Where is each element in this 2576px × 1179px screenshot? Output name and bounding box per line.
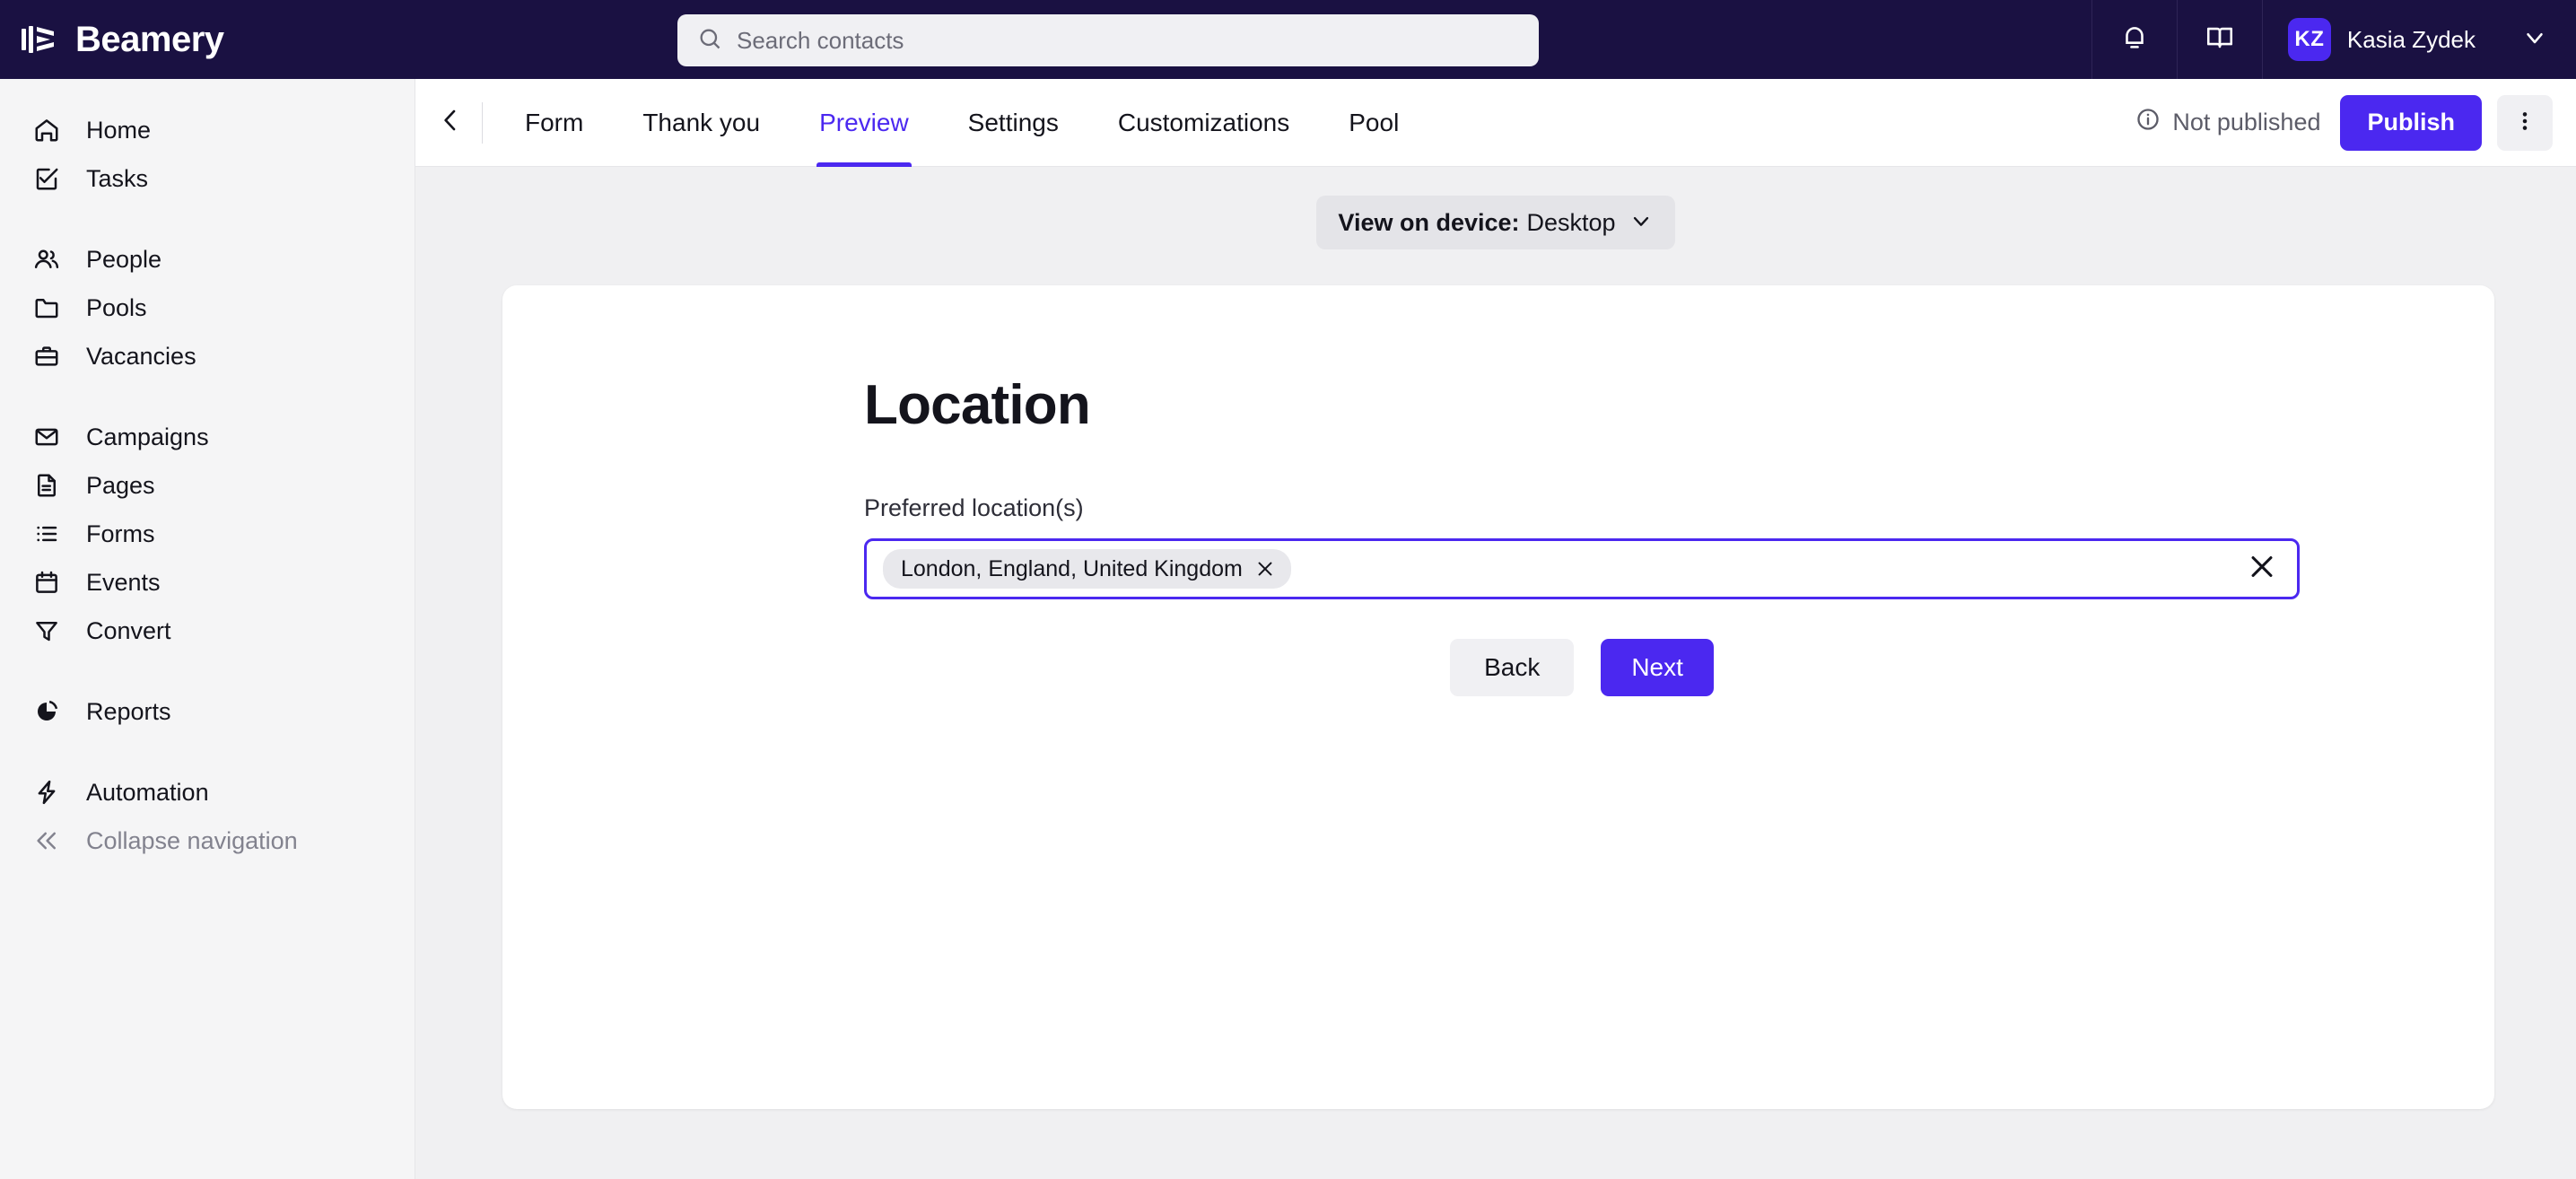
top-bar: Beamery Search contacts KZ Kasia Zydek bbox=[0, 0, 2576, 79]
calendar-icon bbox=[31, 566, 63, 598]
tab-pool[interactable]: Pool bbox=[1319, 79, 1428, 167]
search-input[interactable] bbox=[737, 26, 1519, 55]
sidebar-item-tasks[interactable]: Tasks bbox=[0, 154, 415, 203]
tab-settings[interactable]: Settings bbox=[939, 79, 1088, 167]
chevron-left-icon bbox=[436, 106, 465, 139]
sidebar-item-reports[interactable]: Reports bbox=[0, 687, 415, 736]
tab-customizations[interactable]: Customizations bbox=[1088, 79, 1319, 167]
sidebar-item-label: Convert bbox=[86, 616, 171, 644]
tab-form[interactable]: Form bbox=[495, 79, 613, 167]
sidebar-item-label: Forms bbox=[86, 520, 155, 547]
device-select-label: View on device: bbox=[1338, 208, 1520, 236]
back-button[interactable]: Back bbox=[1450, 639, 1575, 696]
more-options-button[interactable] bbox=[2497, 94, 2553, 151]
sidebar-item-campaigns[interactable]: Campaigns bbox=[0, 413, 415, 461]
divider bbox=[482, 101, 483, 144]
sidebar-item-label: Pages bbox=[86, 471, 155, 499]
knowledge-base-button[interactable] bbox=[2178, 0, 2262, 79]
publish-button[interactable]: Publish bbox=[2340, 94, 2482, 151]
sidebar: Home Tasks People Pools Vacancies Campai… bbox=[0, 79, 415, 1179]
global-search[interactable] bbox=[677, 14, 1539, 66]
sidebar-item-vacancies[interactable]: Vacancies bbox=[0, 332, 415, 380]
sidebar-item-people[interactable]: People bbox=[0, 235, 415, 284]
sidebar-item-label: Events bbox=[86, 568, 161, 596]
preferred-locations-label: Preferred location(s) bbox=[864, 494, 1084, 521]
sidebar-item-automation[interactable]: Automation bbox=[0, 768, 415, 817]
nav-group-divider bbox=[0, 380, 415, 413]
bell-icon bbox=[2119, 22, 2150, 57]
tab-thank-you[interactable]: Thank you bbox=[613, 79, 790, 167]
device-selector-row: View on device: Desktop bbox=[415, 196, 2576, 249]
form-actions: Back Next bbox=[864, 639, 2300, 696]
task-check-icon bbox=[31, 162, 63, 195]
beamery-logo-icon bbox=[20, 19, 61, 60]
sidebar-item-pages[interactable]: Pages bbox=[0, 461, 415, 510]
view-on-device-select[interactable]: View on device: Desktop bbox=[1316, 196, 1675, 249]
user-name: Kasia Zydek bbox=[2346, 25, 2476, 53]
more-vertical-icon bbox=[2513, 109, 2537, 135]
collapse-navigation-button[interactable]: Collapse navigation bbox=[0, 817, 415, 865]
form-preview-card: Location Preferred location(s) London, E… bbox=[502, 285, 2494, 1109]
avatar: KZ bbox=[2287, 18, 2331, 61]
location-chip[interactable]: London, England, United Kingdom bbox=[883, 549, 1291, 589]
preferred-locations-input[interactable]: London, England, United Kingdom bbox=[864, 538, 2300, 599]
sidebar-item-label: Vacancies bbox=[86, 342, 196, 370]
chevron-down-icon bbox=[1629, 208, 1654, 238]
collapse-navigation-label: Collapse navigation bbox=[86, 826, 298, 854]
close-icon[interactable] bbox=[1255, 559, 1275, 579]
brand-logo[interactable]: Beamery bbox=[20, 19, 397, 60]
notifications-button[interactable] bbox=[2092, 0, 2177, 79]
sidebar-item-label: People bbox=[86, 245, 162, 273]
user-menu[interactable]: KZ Kasia Zydek bbox=[2263, 0, 2493, 79]
sidebar-item-home[interactable]: Home bbox=[0, 106, 415, 154]
sidebar-item-pools[interactable]: Pools bbox=[0, 284, 415, 332]
nav-group-divider bbox=[0, 736, 415, 768]
people-icon bbox=[31, 243, 63, 275]
lightning-bolt-icon bbox=[31, 776, 63, 808]
sidebar-item-label: Campaigns bbox=[86, 423, 209, 450]
nav-group-divider bbox=[0, 655, 415, 687]
sidebar-item-convert[interactable]: Convert bbox=[0, 607, 415, 655]
funnel-icon bbox=[31, 615, 63, 647]
tab-preview[interactable]: Preview bbox=[790, 79, 939, 167]
brand-name: Beamery bbox=[75, 19, 224, 59]
search-icon bbox=[697, 26, 722, 56]
back-navigation-button[interactable] bbox=[423, 79, 478, 167]
sidebar-item-label: Pools bbox=[86, 293, 147, 321]
sidebar-item-label: Automation bbox=[86, 778, 209, 806]
sidebar-item-events[interactable]: Events bbox=[0, 558, 415, 607]
sidebar-item-label: Tasks bbox=[86, 164, 149, 192]
folder-icon bbox=[31, 292, 63, 324]
status-badge: Not published bbox=[2135, 107, 2320, 138]
device-select-value: Desktop bbox=[1526, 208, 1616, 236]
info-icon bbox=[2135, 107, 2161, 138]
double-chevron-left-icon bbox=[31, 825, 63, 857]
location-chip-label: London, England, United Kingdom bbox=[901, 555, 1243, 581]
form-body: Location Preferred location(s) London, E… bbox=[864, 285, 2300, 696]
clear-all-button[interactable] bbox=[2247, 552, 2277, 587]
close-icon bbox=[2247, 552, 2277, 587]
preview-content: View on device: Desktop Location Preferr… bbox=[415, 167, 2576, 1179]
envelope-icon bbox=[31, 421, 63, 453]
book-icon bbox=[2205, 22, 2235, 57]
topbar-actions: KZ Kasia Zydek bbox=[2091, 0, 2576, 79]
page-title: Location bbox=[864, 374, 1091, 436]
form-tab-bar: Form Thank you Preview Settings Customiz… bbox=[415, 79, 2576, 167]
user-menu-caret[interactable] bbox=[2493, 24, 2576, 56]
tab-list: Form Thank you Preview Settings Customiz… bbox=[495, 79, 1428, 167]
document-icon bbox=[31, 469, 63, 502]
pie-chart-icon bbox=[31, 695, 63, 728]
sidebar-item-forms[interactable]: Forms bbox=[0, 510, 415, 558]
nav-group-divider bbox=[0, 203, 415, 235]
status-label: Not published bbox=[2172, 109, 2321, 135]
chevron-down-icon bbox=[2521, 24, 2548, 56]
list-icon bbox=[31, 518, 63, 550]
next-button[interactable]: Next bbox=[1601, 639, 1714, 696]
sidebar-item-label: Reports bbox=[86, 697, 171, 725]
sidebar-item-label: Home bbox=[86, 116, 152, 144]
home-icon bbox=[31, 114, 63, 146]
tab-bar-actions: Not published Publish bbox=[2135, 94, 2576, 151]
briefcase-icon bbox=[31, 340, 63, 372]
